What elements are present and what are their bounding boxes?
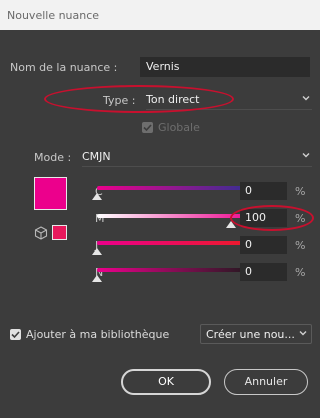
swatch-dialog: Nom de la nuance : Vernis Type : Ton dir… — [0, 30, 320, 418]
gamut-color-preview[interactable] — [52, 225, 67, 240]
library-dropdown[interactable]: Créer une nou... — [200, 324, 312, 344]
swatch-name-label: Nom de la nuance : — [10, 61, 118, 74]
black-unit: % — [295, 266, 306, 279]
mode-dropdown[interactable]: CMJN — [82, 147, 312, 167]
cancel-button[interactable]: Annuler — [224, 369, 308, 395]
yellow-slider[interactable] — [97, 241, 257, 245]
mode-value: CMJN — [82, 150, 111, 163]
type-value: Ton direct — [146, 93, 200, 106]
cyan-value-input[interactable]: 0 — [240, 182, 287, 200]
magenta-unit: % — [295, 212, 306, 225]
magenta-slider[interactable] — [97, 214, 257, 218]
ok-button[interactable]: OK — [121, 369, 211, 395]
global-label: Globale — [158, 121, 200, 134]
black-value-input[interactable]: 0 — [240, 263, 287, 281]
library-label: Ajouter à ma bibliothèque — [26, 328, 170, 341]
out-of-gamut-cube-icon[interactable] — [34, 226, 48, 240]
black-slider[interactable] — [97, 268, 257, 272]
chevron-down-icon — [299, 331, 307, 336]
window-titlebar: Nouvelle nuance — [0, 0, 320, 30]
chevron-down-icon — [302, 96, 310, 101]
cyan-slider-thumb[interactable] — [92, 193, 102, 200]
magenta-value-input[interactable]: 100 — [240, 209, 287, 227]
black-slider-thumb[interactable] — [92, 275, 102, 282]
yellow-unit: % — [295, 239, 306, 252]
yellow-slider-thumb[interactable] — [92, 248, 102, 255]
type-dropdown[interactable]: Ton direct — [146, 90, 312, 110]
window-title: Nouvelle nuance — [7, 9, 100, 22]
library-checkbox[interactable] — [10, 329, 21, 340]
global-checkbox — [142, 122, 153, 133]
cyan-unit: % — [295, 185, 306, 198]
magenta-slider-thumb[interactable] — [226, 221, 236, 228]
color-swatch-preview — [34, 177, 67, 210]
type-label: Type : — [103, 94, 136, 107]
chevron-down-icon — [302, 153, 310, 158]
yellow-value-input[interactable]: 0 — [240, 236, 287, 254]
check-icon — [143, 124, 152, 132]
check-icon — [11, 331, 20, 339]
library-dropdown-value: Créer une nou... — [206, 328, 295, 341]
cyan-slider[interactable] — [97, 186, 257, 190]
mode-label: Mode : — [34, 151, 72, 164]
swatch-name-input[interactable]: Vernis — [140, 57, 310, 77]
